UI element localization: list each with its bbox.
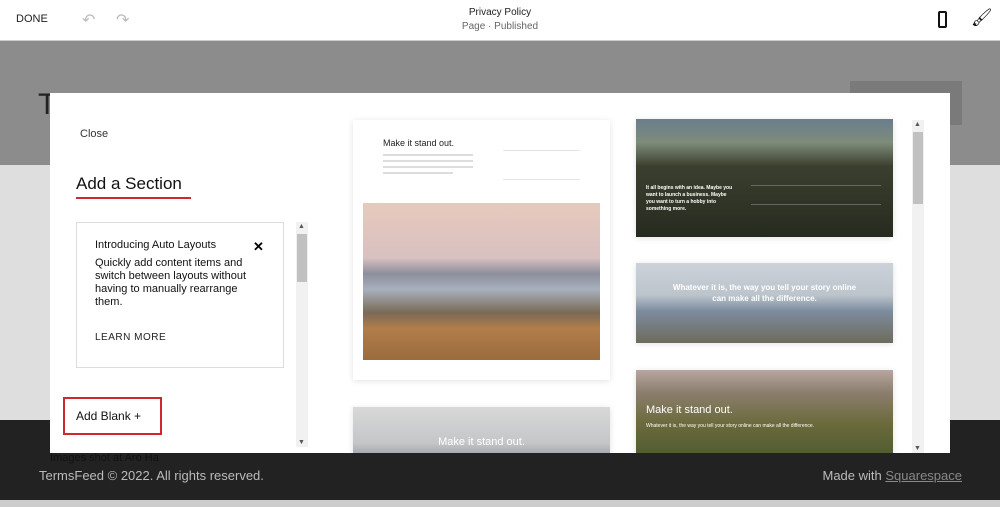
close-icon[interactable]: ✕ bbox=[253, 239, 264, 255]
squarespace-link[interactable]: Squarespace bbox=[885, 468, 962, 483]
template-heading: Make it stand out. bbox=[646, 404, 733, 416]
scroll-down-icon[interactable]: ▼ bbox=[298, 439, 305, 446]
promo-title: Introducing Auto Layouts bbox=[95, 239, 217, 251]
template-text: Whatever it is, the way you tell your st… bbox=[672, 283, 857, 303]
left-scrollbar[interactable]: ▲ ▼ bbox=[296, 222, 308, 447]
template-heading: Make it stand out. bbox=[383, 138, 455, 148]
scroll-up-icon[interactable]: ▲ bbox=[914, 121, 921, 128]
page-title: Privacy Policy bbox=[468, 7, 532, 18]
scroll-down-icon[interactable]: ▼ bbox=[914, 445, 921, 452]
editor-topbar: DONE ↶ ↷ Privacy Policy Page · Published… bbox=[0, 0, 1000, 41]
add-section-modal: Close Add a Section Introducing Auto Lay… bbox=[50, 93, 950, 453]
scrollbar-thumb[interactable] bbox=[913, 132, 923, 204]
footer-copyright: TermsFeed © 2022. All rights reserved. bbox=[39, 468, 264, 483]
modal-title: Add a Section bbox=[76, 174, 182, 193]
template-text: It all begins with an idea. Maybe you wa… bbox=[646, 185, 733, 212]
add-blank-button[interactable]: Add Blank + bbox=[63, 397, 162, 435]
landscape-image bbox=[363, 203, 600, 360]
template-heading: Make it stand out. bbox=[438, 436, 525, 448]
close-button[interactable]: Close bbox=[80, 128, 108, 140]
made-with-text: Made with bbox=[822, 468, 886, 483]
page-status: Page · Published bbox=[461, 21, 539, 32]
title-underline bbox=[76, 197, 191, 199]
section-template[interactable]: It all begins with an idea. Maybe you wa… bbox=[636, 119, 893, 237]
mobile-preview-icon[interactable] bbox=[938, 11, 947, 28]
section-template[interactable]: Whatever it is, the way you tell your st… bbox=[636, 263, 893, 343]
footer-made-with: Made with Squarespace bbox=[823, 468, 963, 483]
text-placeholder bbox=[383, 172, 453, 174]
section-template[interactable]: Make it stand out. Whatever it is, the w… bbox=[636, 370, 893, 453]
scroll-up-icon[interactable]: ▲ bbox=[298, 223, 305, 230]
images-credit: Images shot at Aro Ha bbox=[50, 452, 159, 464]
auto-layouts-promo: Introducing Auto Layouts Quickly add con… bbox=[76, 222, 284, 368]
template-text: Whatever it is, the way you tell your st… bbox=[646, 423, 815, 429]
section-template[interactable]: Make it stand out. bbox=[353, 120, 610, 380]
text-placeholder bbox=[383, 166, 473, 168]
learn-more-link[interactable]: LEARN MORE bbox=[95, 331, 265, 344]
paintbrush-icon[interactable]: 🖌 bbox=[971, 8, 993, 28]
accordion-placeholder bbox=[751, 185, 881, 205]
text-placeholder bbox=[383, 160, 473, 162]
text-placeholder bbox=[383, 154, 473, 156]
page-below-footer bbox=[0, 500, 1000, 507]
scrollbar-thumb[interactable] bbox=[297, 234, 307, 282]
promo-body: Quickly add content items and switch bet… bbox=[95, 257, 247, 308]
templates-scrollbar[interactable]: ▲ ▼ bbox=[912, 120, 924, 453]
section-template[interactable]: Make it stand out. bbox=[353, 407, 610, 453]
accordion-placeholder bbox=[503, 150, 580, 180]
